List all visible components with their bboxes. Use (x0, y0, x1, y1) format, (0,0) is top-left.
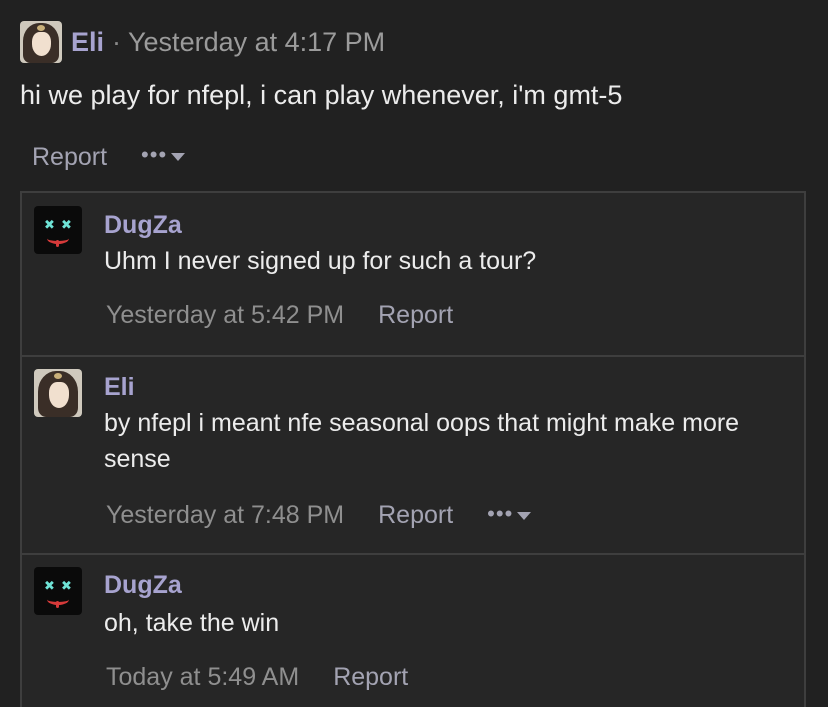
avatar[interactable]: ✖ ✖ (34, 206, 82, 254)
separator: · (112, 26, 122, 57)
comment-list: ✖ ✖ DugZa Uhm I never signed up for such… (20, 191, 806, 707)
chevron-down-icon (171, 153, 186, 161)
avatar[interactable]: ✖ ✖ (34, 567, 82, 615)
more-dots-icon: ••• (487, 500, 514, 526)
thread-page: Eli · Yesterday at 4:17 PM hi we play fo… (0, 0, 828, 707)
report-button[interactable]: Report (32, 143, 107, 172)
report-button[interactable]: Report (333, 663, 408, 692)
avatar[interactable] (20, 21, 62, 63)
comment-text: Uhm I never signed up for such a tour? (104, 247, 537, 275)
more-options-menu[interactable]: ••• (487, 500, 532, 527)
avatar[interactable] (34, 369, 82, 417)
comment-meta: Yesterday at 5:42 PM Report (106, 301, 453, 330)
comment-meta: Today at 5:49 AM Report (106, 663, 408, 692)
comment-text: by nfepl i meant nfe seasonal oops that … (104, 409, 740, 473)
report-button[interactable]: Report (378, 301, 453, 330)
comment-item: ✖ ✖ DugZa Uhm I never signed up for such… (22, 193, 804, 355)
comment-timestamp[interactable]: Yesterday at 5:42 PM (106, 301, 344, 330)
report-button[interactable]: Report (378, 501, 453, 530)
comment-text: oh, take the win (104, 609, 280, 637)
comment-timestamp[interactable]: Today at 5:49 AM (106, 663, 299, 692)
comment-item: Eli by nfepl i meant nfe seasonal oops t… (22, 355, 804, 553)
post-timestamp[interactable]: Yesterday at 4:17 PM (128, 27, 385, 58)
comment-author[interactable]: Eli (104, 373, 135, 402)
post-author[interactable]: Eli (71, 27, 104, 58)
more-dots-icon: ••• (141, 142, 168, 167)
comment-author[interactable]: DugZa (104, 211, 182, 240)
post-header: Eli · Yesterday at 4:17 PM (20, 20, 385, 64)
comment-author[interactable]: DugZa (104, 571, 182, 600)
comment-item: ✖ ✖ DugZa oh, take the win Today at 5:49… (22, 553, 804, 707)
chevron-down-icon (517, 511, 532, 520)
comment-meta: Yesterday at 7:48 PM Report ••• (106, 500, 532, 530)
more-options-menu[interactable]: ••• (141, 142, 186, 168)
post-body: hi we play for nfepl, i can play wheneve… (20, 80, 623, 110)
post-actions: Report ••• (32, 140, 186, 174)
comment-timestamp[interactable]: Yesterday at 7:48 PM (106, 501, 344, 530)
